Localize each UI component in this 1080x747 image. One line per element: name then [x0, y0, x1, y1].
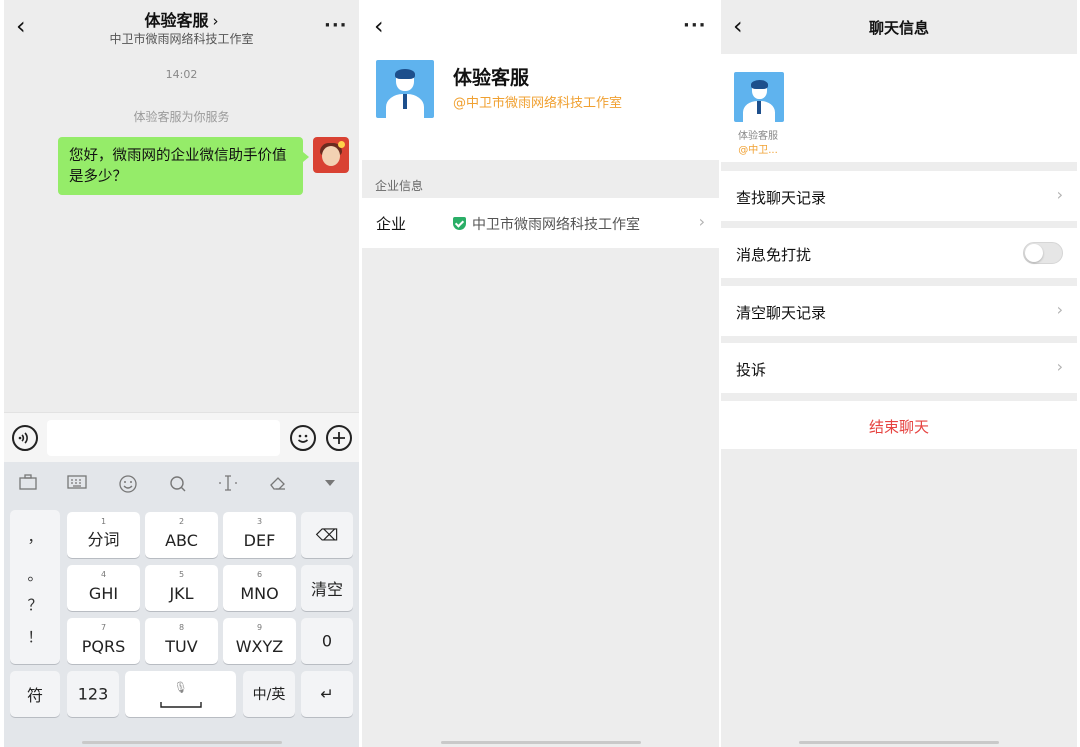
complaint-row[interactable]: 投诉 ›	[721, 343, 1077, 393]
more-options-button[interactable]: ···	[683, 15, 707, 36]
member-avatar[interactable]	[734, 72, 784, 122]
home-indicator	[81, 741, 282, 744]
chat-subtitle: 中卫市微雨网络科技工作室	[109, 32, 254, 46]
system-notice: 体验客服为你服务	[133, 110, 230, 124]
key-9[interactable]: 9 WXYZ	[223, 618, 296, 664]
briefcase-icon[interactable]	[16, 474, 40, 496]
message-bubble[interactable]: 您好，微雨网的企业微信助手价值是多少？	[58, 137, 309, 195]
member-section: 体验客服 @中卫...	[721, 54, 1077, 162]
keyboard-toolbar	[4, 462, 359, 508]
key-6[interactable]: 6 MNO	[223, 565, 296, 611]
end-chat-label: 结束聊天	[868, 418, 929, 436]
chat-header: ‹ 体验客服 › 中卫市微雨网络科技工作室 ···	[4, 0, 359, 54]
chat-info-panel: ‹ 聊天信息 体验客服 @中卫... 查找聊天记录 › 消息免打扰 清空聊天记录…	[721, 0, 1077, 747]
search-history-row[interactable]: 查找聊天记录 ›	[721, 171, 1077, 221]
member-name: 体验客服	[738, 131, 778, 142]
key-2[interactable]: 2 ABC	[145, 512, 218, 558]
section-label: 企业信息	[375, 179, 424, 193]
clear-history-row[interactable]: 清空聊天记录 ›	[721, 286, 1077, 336]
contact-card: ‹ ··· 体验客服 @中卫市微雨网络科技工作室	[362, 0, 719, 160]
customer-service-avatar[interactable]	[376, 60, 434, 118]
chevron-right-icon: ›	[212, 12, 219, 30]
home-indicator	[440, 741, 641, 744]
back-button[interactable]: ‹	[374, 14, 384, 38]
enterprise-row[interactable]: 企业 中卫市微雨网络科技工作室 ›	[362, 198, 719, 248]
punct-comma[interactable]: ，	[10, 526, 60, 547]
voice-icon[interactable]	[12, 425, 38, 451]
mute-toggle[interactable]	[1023, 242, 1063, 264]
message-input[interactable]	[47, 420, 280, 456]
chat-info-header: ‹ 聊天信息	[721, 0, 1077, 54]
backspace-key[interactable]: ⌫	[301, 512, 353, 558]
cursor-icon[interactable]	[216, 474, 240, 496]
key-5[interactable]: 5 JKL	[145, 565, 218, 611]
key-1[interactable]: 1 分词	[67, 512, 140, 558]
chevron-right-icon: ›	[1056, 300, 1063, 319]
mute-notifications-row: 消息免打扰	[721, 228, 1077, 278]
clear-key[interactable]: 清空	[301, 565, 353, 611]
enter-key[interactable]: ↵	[301, 671, 353, 717]
plus-icon[interactable]	[326, 425, 352, 451]
message-timestamp: 14:02	[165, 68, 198, 81]
number-key[interactable]: 123	[67, 671, 119, 717]
punct-question[interactable]: ？	[10, 594, 60, 615]
enterprise-value: 中卫市微雨网络科技工作室	[472, 217, 640, 233]
key-8[interactable]: 8 TUV	[145, 618, 218, 664]
emoji-icon[interactable]	[290, 425, 316, 451]
member-org: @中卫...	[738, 145, 778, 156]
end-chat-button[interactable]: 结束聊天	[721, 401, 1077, 449]
page-title: 聊天信息	[868, 19, 929, 37]
chevron-right-icon: ›	[698, 212, 705, 231]
more-options-button[interactable]: ···	[324, 15, 348, 36]
my-avatar[interactable]	[313, 137, 349, 173]
emoji-icon[interactable]	[116, 474, 140, 496]
symbol-key[interactable]: 符	[10, 671, 60, 717]
collapse-icon[interactable]	[318, 474, 342, 496]
input-bar	[4, 412, 359, 462]
key-4[interactable]: 4 GHI	[67, 565, 140, 611]
chevron-right-icon: ›	[1056, 357, 1063, 376]
key-3[interactable]: 3 DEF	[223, 512, 296, 558]
chat-panel: ‹ 体验客服 › 中卫市微雨网络科技工作室 ··· 14:02 体验客服为你服务 …	[4, 0, 359, 747]
contact-org[interactable]: @中卫市微雨网络科技工作室	[453, 92, 622, 111]
verified-shield-icon	[453, 217, 466, 230]
chevron-right-icon: ›	[1056, 185, 1063, 204]
clear-icon[interactable]	[266, 474, 290, 496]
contact-panel: ‹ ··· 体验客服 @中卫市微雨网络科技工作室 企业信息 企业 中卫市微雨网络…	[362, 0, 719, 747]
language-switch-key[interactable]: 中/英	[243, 671, 295, 717]
keyboard-icon[interactable]	[65, 474, 89, 496]
enterprise-label: 企业	[376, 215, 407, 233]
space-key[interactable]: 🎙	[125, 671, 236, 717]
punct-period[interactable]: 。	[10, 564, 60, 585]
home-indicator	[799, 741, 999, 744]
zero-key[interactable]: 0	[301, 618, 353, 664]
contact-name: 体验客服	[453, 67, 530, 89]
space-bar-icon	[160, 702, 202, 708]
punctuation-column[interactable]: ， 。 ？ ！	[10, 510, 60, 664]
microphone-icon: 🎙	[173, 681, 188, 694]
key-7[interactable]: 7 PQRS	[67, 618, 140, 664]
keyboard: ， 。 ？ ！ 1 分词 2 ABC 3 DEF ⌫ 4 GHI 5 JKL 6…	[4, 462, 359, 747]
search-icon[interactable]	[166, 474, 190, 496]
chat-title[interactable]: 体验客服 ›	[4, 7, 359, 31]
chat-title-text: 体验客服	[144, 11, 209, 30]
punct-exclaim[interactable]: ！	[10, 626, 60, 647]
